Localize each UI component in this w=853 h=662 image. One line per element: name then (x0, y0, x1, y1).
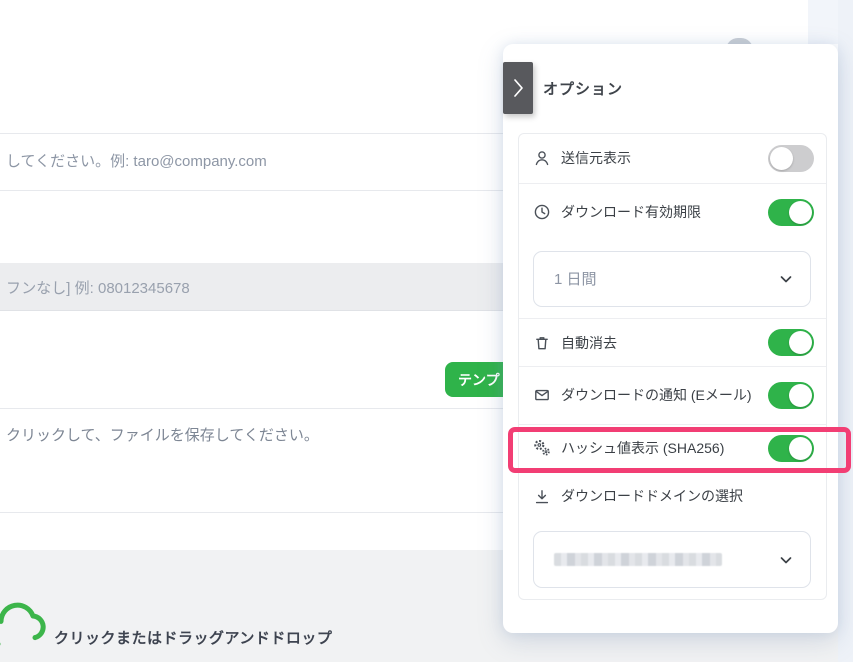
domain-select[interactable] (533, 531, 811, 588)
domain-select-wrapper (519, 512, 826, 599)
domain-select-redacted-value (554, 553, 778, 566)
options-panel: オプション 送信元表示 ダウンロード有効期限 (503, 44, 838, 633)
download-expiry-toggle[interactable] (768, 199, 814, 226)
cloud-upload-icon (0, 600, 48, 662)
gears-icon (533, 439, 551, 457)
page-right-background (838, 0, 853, 662)
chevron-right-icon (512, 77, 525, 99)
option-label: ハッシュ値表示 (SHA256) (561, 438, 724, 458)
option-row-auto-delete: 自動消去 (519, 319, 826, 367)
option-row-domain-selection: ダウンロードドメインの選択 (519, 472, 826, 512)
option-label: ダウンロード有効期限 (561, 202, 701, 222)
phone-field-placeholder: フンなし] 例: 08012345678 (6, 277, 190, 298)
auto-delete-toggle[interactable] (768, 329, 814, 356)
sender-display-toggle[interactable] (768, 145, 814, 172)
mail-icon (533, 386, 551, 404)
expiry-select[interactable]: 1 日間 (533, 251, 811, 307)
expiry-select-value: 1 日間 (554, 268, 778, 289)
option-label: 送信元表示 (561, 148, 631, 168)
download-icon (533, 488, 551, 506)
chevron-down-icon (778, 271, 794, 287)
option-row-sender-display: 送信元表示 (519, 134, 826, 184)
download-notification-toggle[interactable] (768, 382, 814, 409)
panel-title: オプション (543, 62, 623, 114)
clock-icon (533, 203, 551, 221)
option-label: ダウンロードドメインの選択 (561, 486, 743, 506)
hash-display-toggle[interactable] (768, 435, 814, 462)
user-icon (533, 149, 551, 167)
dropzone-label: クリックまたはドラッグアンドドロップ (54, 627, 332, 648)
option-row-hash-display: ハッシュ値表示 (SHA256) (519, 425, 826, 473)
panel-collapse-button[interactable] (503, 62, 533, 114)
expiry-select-wrapper: 1 日間 (519, 241, 826, 320)
option-label: 自動消去 (561, 333, 617, 353)
option-label: ダウンロードの通知 (Eメール) (561, 385, 752, 405)
email-field[interactable]: してください。例: taro@company.com (6, 150, 267, 171)
option-row-download-expiry: ダウンロード有効期限 (519, 184, 826, 241)
chevron-down-icon (778, 552, 794, 568)
option-row-download-notification: ダウンロードの通知 (Eメール) (519, 367, 826, 425)
options-group: 送信元表示 ダウンロード有効期限 1 日間 (518, 133, 827, 600)
trash-icon (533, 334, 551, 352)
save-note-text: クリックして、ファイルを保存してください。 (6, 424, 319, 445)
